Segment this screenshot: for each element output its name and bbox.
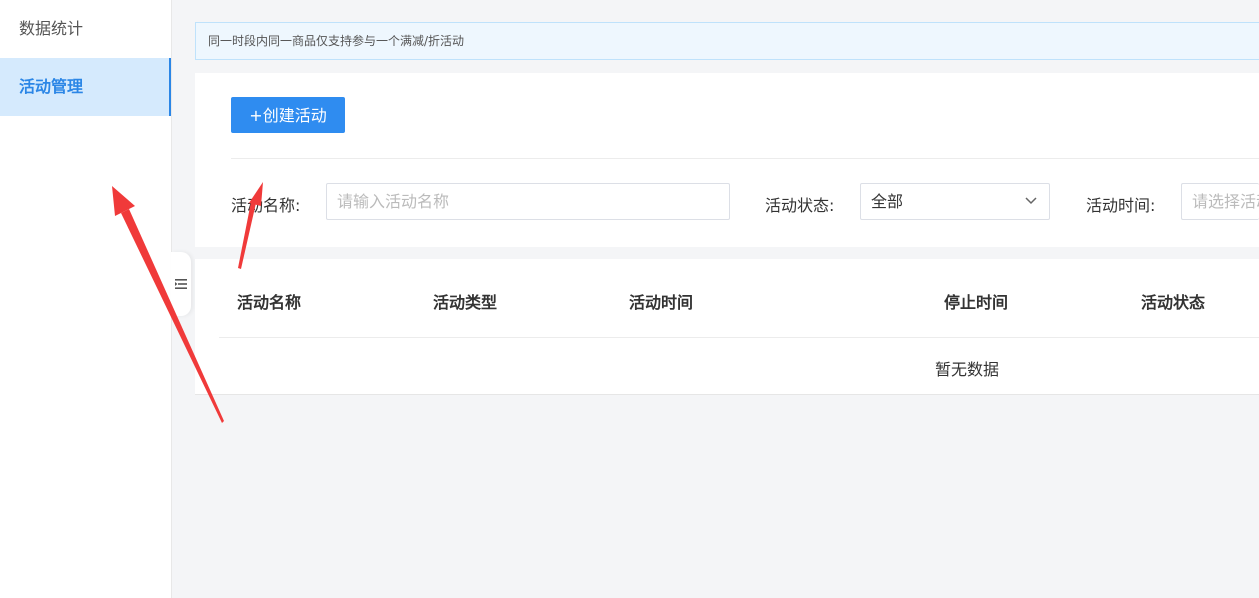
- activity-status-label: 活动状态:: [765, 196, 835, 215]
- notice-text: 同一时段内同一商品仅支持参与一个满减/折活动: [208, 34, 465, 48]
- activity-time-label: 活动时间:: [1086, 196, 1156, 215]
- activity-status-select[interactable]: 全部: [860, 183, 1050, 220]
- filter-panel: +创建活动 活动名称: 请输入活动名称 活动状态: 全部 活动时间: 请选择活动…: [195, 73, 1259, 247]
- activity-name-label: 活动名称:: [231, 196, 301, 215]
- column-header-type[interactable]: 活动类型: [433, 289, 497, 313]
- menu-fold-icon: [175, 279, 187, 289]
- app-root: 数据统计 活动管理 同一时段内同一商品仅支持参与一个满减/折活动 +创建活动 活…: [0, 0, 1259, 598]
- chevron-down-icon: [1025, 197, 1037, 205]
- activity-time-picker[interactable]: 请选择活动时间: [1181, 183, 1259, 220]
- column-header-status[interactable]: 活动状态: [1141, 289, 1205, 313]
- notice-banner: 同一时段内同一商品仅支持参与一个满减/折活动: [195, 22, 1259, 60]
- activity-table: 活动名称 活动类型 活动时间 停止时间 活动状态 暂无数据: [195, 259, 1259, 395]
- activity-name-placeholder: 请输入活动名称: [337, 192, 450, 211]
- sidebar-collapse-toggle[interactable]: [171, 252, 191, 316]
- sidebar-item-activity-management[interactable]: 活动管理: [0, 58, 171, 116]
- table-empty-text: 暂无数据: [935, 360, 1000, 379]
- create-activity-button[interactable]: +创建活动: [231, 97, 345, 133]
- sidebar-item-label: 活动管理: [19, 77, 84, 96]
- column-header-name[interactable]: 活动名称: [237, 289, 301, 313]
- column-header-stop-time[interactable]: 停止时间: [944, 289, 1008, 313]
- activity-name-input[interactable]: 请输入活动名称: [326, 183, 730, 220]
- activity-time-placeholder: 请选择活动时间: [1192, 192, 1259, 211]
- sidebar-item-label: 数据统计: [19, 19, 84, 38]
- sidebar-item-statistics[interactable]: 数据统计: [0, 0, 171, 58]
- activity-status-value: 全部: [871, 192, 904, 211]
- table-header-divider: [219, 337, 1259, 338]
- sidebar: 数据统计 活动管理: [0, 0, 172, 598]
- column-header-time[interactable]: 活动时间: [629, 289, 693, 313]
- divider: [231, 158, 1259, 159]
